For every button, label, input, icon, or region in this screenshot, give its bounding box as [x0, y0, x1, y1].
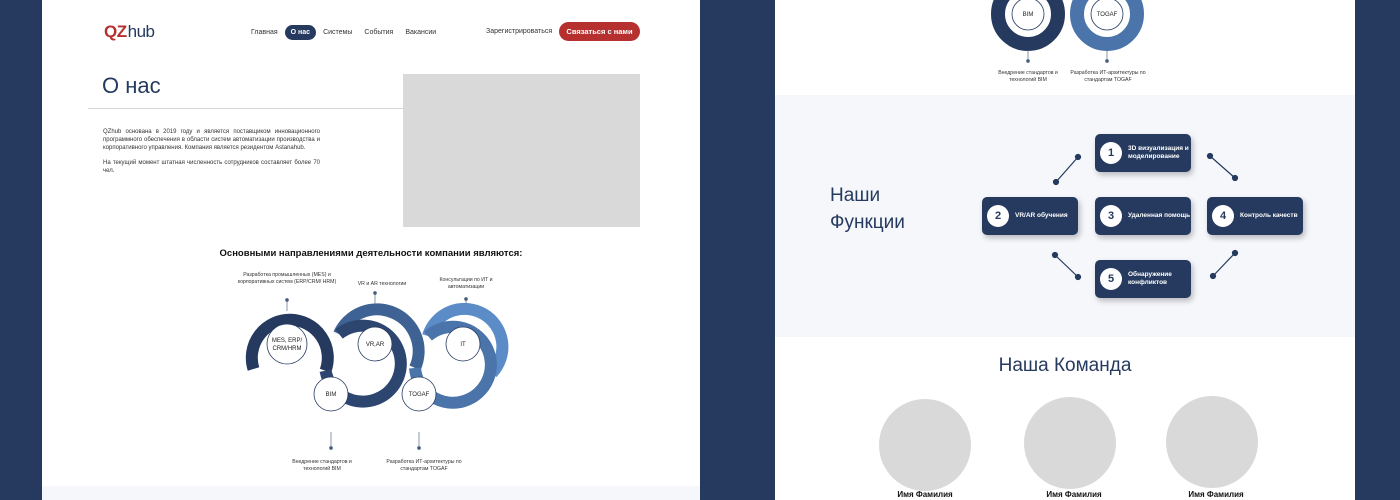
ring-label-togaf: TOGAF [409, 392, 430, 398]
function-number-3: 3 [1100, 205, 1122, 227]
function-number-5: 5 [1100, 268, 1122, 290]
function-label-2: VR/AR обучения [1015, 212, 1068, 219]
ring-label-vr: VR,AR [366, 342, 385, 348]
function-label-3: Удаленная помощь [1128, 212, 1191, 219]
function-card-remote[interactable]: 3 Удаленная помощь [1095, 197, 1191, 235]
team-member-name-1: Имя Фамилия [897, 490, 953, 499]
function-label-4: Контроль качеств [1240, 212, 1298, 219]
ring-label-mes-l1: MES, ERP/ [272, 338, 303, 344]
team-member-name-2: Имя Фамилия [1046, 490, 1102, 499]
function-label-1: 3D визуализация и моделирование [1128, 145, 1189, 160]
function-label-5: Обнаружение конфликтов [1128, 271, 1172, 286]
ring-label-bim: BIM [326, 392, 337, 398]
team-avatar-2 [1024, 397, 1116, 489]
function-number-1: 1 [1100, 142, 1122, 164]
functions-page-panel: BIM TOGAF Внедрение стандартов и техноло… [775, 0, 1355, 500]
ring-label-it: IT [460, 342, 466, 348]
function-number-2: 2 [987, 205, 1009, 227]
function-card-quality[interactable]: 4 Контроль качеств [1207, 197, 1303, 235]
about-page-panel: QZhub Главная О нас Системы События Вака… [42, 0, 700, 500]
ring-label-mes-l2: CRM/HRM [273, 346, 302, 352]
team-avatar-3 [1166, 396, 1258, 488]
directions-rings-diagram: MES, ERP/ CRM/HRM BIM VR,AR TOGAF IT [245, 291, 509, 450]
function-number-4: 4 [1212, 205, 1234, 227]
team-member-name-3: Имя Фамилия [1188, 490, 1244, 499]
team-avatar-1 [879, 399, 971, 491]
ring-center-mes [266, 323, 308, 365]
next-section-band [42, 486, 700, 500]
function-card-3d[interactable]: 1 3D визуализация и моделирование [1095, 134, 1191, 172]
team-title: Наша Команда [998, 355, 1132, 376]
function-card-vrar[interactable]: 2 VR/AR обучения [982, 197, 1078, 235]
function-card-conflicts[interactable]: 5 Обнаружение конфликтов [1095, 260, 1191, 298]
